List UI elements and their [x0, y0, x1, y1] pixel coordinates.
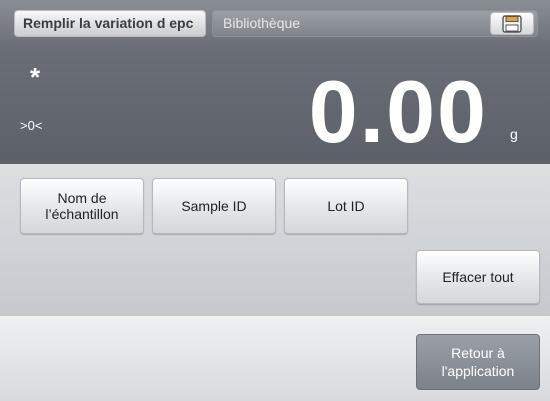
zero-indicator: >0<	[20, 118, 43, 133]
app-title-button[interactable]: Remplir la variation d epc	[14, 10, 206, 37]
weight-display-panel: * >0< 0.00 g	[0, 46, 550, 164]
save-button[interactable]	[490, 12, 534, 35]
return-to-application-button[interactable]: Retour à l'application	[416, 334, 540, 390]
weight-unit[interactable]: g	[510, 126, 518, 142]
top-bar: Remplir la variation d epc Bibliothèque	[0, 0, 550, 46]
save-icon	[502, 14, 522, 33]
weight-value: 0.00	[308, 62, 488, 161]
sample-name-button[interactable]: Nom de l’échantillon	[20, 178, 144, 234]
lot-id-button[interactable]: Lot ID	[284, 178, 408, 234]
bottom-bar: Retour à l'application	[0, 316, 550, 401]
sample-id-button[interactable]: Sample ID	[152, 178, 276, 234]
buttons-area: Nom de l’échantillon Sample ID Lot ID Ef…	[0, 164, 550, 316]
stable-indicator: *	[30, 62, 41, 92]
clear-all-button[interactable]: Effacer tout	[416, 250, 540, 304]
